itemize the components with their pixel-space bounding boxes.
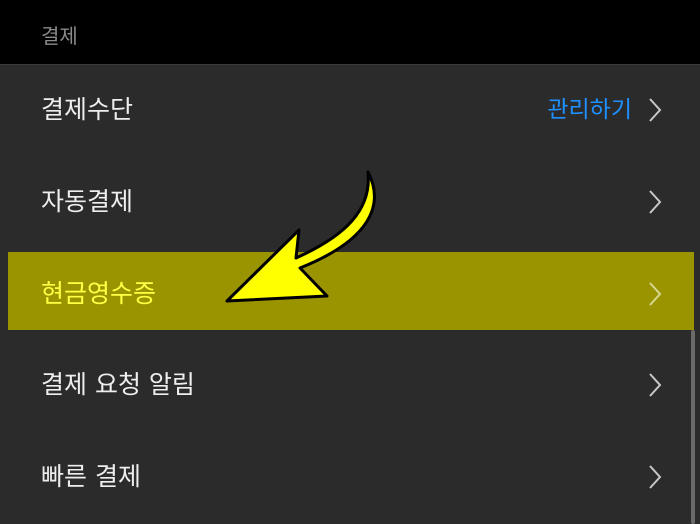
manage-link[interactable]: 관리하기 [547,94,632,126]
menu-item-label: 자동결제 [41,187,134,216]
menu-item-payment-request-alert[interactable]: 결제 요청 알림 [0,340,700,430]
menu-item-quick-payment[interactable]: 빠른 결제 [0,432,700,522]
menu-item-label: 결제 요청 알림 [41,370,195,399]
menu-item-label: 결제수단 [41,95,134,124]
menu-item-auto-payment[interactable]: 자동결제 [0,157,700,247]
menu-item-label: 현금영수증 [41,279,157,308]
chevron-right-icon [649,190,662,214]
chevron-right-icon [649,465,662,489]
menu-item-payment-method[interactable]: 결제수단 관리하기 [0,65,700,155]
section-header-title: 결제 [41,24,78,48]
chevron-right-icon [649,373,662,397]
menu-item-label: 빠른 결제 [41,462,141,491]
chevron-right-icon [649,282,662,306]
chevron-right-icon [649,98,662,122]
section-header: 결제 [0,0,700,65]
payment-settings-screen: 결제 결제수단 관리하기 자동결제 현금영수증 결제 요청 알림 빠른 결제 [0,0,700,524]
scrollbar[interactable] [691,330,695,524]
menu-item-cash-receipt[interactable]: 현금영수증 [0,249,700,339]
